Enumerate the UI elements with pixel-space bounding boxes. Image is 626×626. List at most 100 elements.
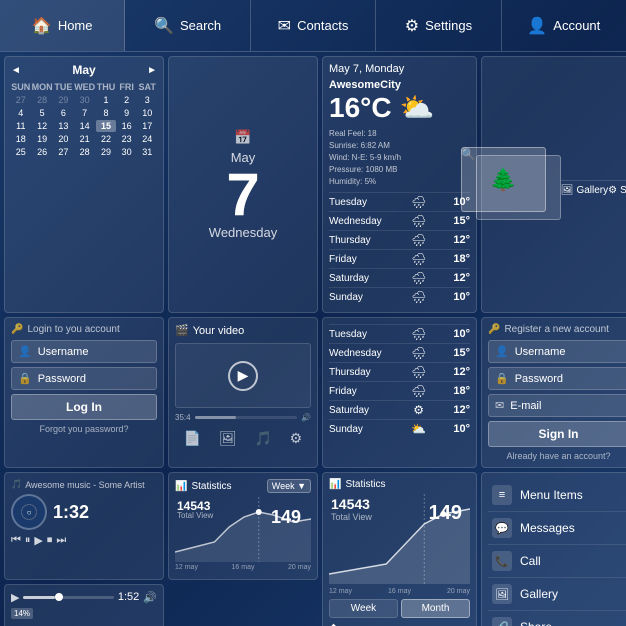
calendar-day[interactable]: 8 bbox=[96, 107, 116, 119]
video-image-icon[interactable]: 🖼 bbox=[219, 430, 237, 447]
reg-username-field[interactable]: 👤 Username bbox=[488, 340, 626, 363]
forecast-icon: 🌧 bbox=[411, 290, 426, 304]
music-stop[interactable]: ⏹ bbox=[47, 534, 53, 547]
calendar-day-header: MON bbox=[32, 81, 53, 93]
login-button[interactable]: Log In bbox=[11, 394, 157, 420]
chart-date: 20 may bbox=[288, 564, 311, 571]
username-field[interactable]: 👤 Username bbox=[11, 340, 157, 363]
gallery-label: Gallery bbox=[576, 185, 608, 196]
calendar-day[interactable]: 11 bbox=[11, 120, 31, 132]
menu-item-gallery[interactable]: 🖼 Gallery bbox=[488, 578, 626, 611]
play-icon: ▶ bbox=[238, 367, 249, 384]
calendar-day[interactable]: 27 bbox=[54, 146, 74, 158]
calendar-day[interactable]: 2 bbox=[117, 94, 137, 106]
menu-label-menu-items: Menu Items bbox=[520, 488, 583, 502]
calendar-month: May bbox=[72, 63, 95, 77]
reg-password-field[interactable]: 🔒 Password bbox=[488, 367, 626, 390]
week-selector[interactable]: Week ▼ bbox=[267, 479, 311, 493]
calendar-day-header: FRI bbox=[117, 81, 137, 93]
calendar-day[interactable]: 26 bbox=[32, 146, 53, 158]
tab-month[interactable]: Month bbox=[401, 599, 470, 618]
music-pause[interactable]: ⏸ bbox=[25, 534, 31, 547]
calendar-day[interactable]: 19 bbox=[32, 133, 53, 145]
weather-city: AwesomeCity bbox=[329, 79, 470, 91]
calendar-day[interactable]: 30 bbox=[117, 146, 137, 158]
weather-details: Real Feel: 18 Sunrise: 6:82 AM Wind: N-E… bbox=[329, 128, 470, 188]
gallery-link[interactable]: 🖼 Gallery bbox=[561, 185, 608, 196]
audio-volume-icon[interactable]: 🔊 bbox=[143, 591, 157, 604]
tab-week[interactable]: Week bbox=[329, 599, 398, 618]
nav-search[interactable]: 🔍 Search bbox=[125, 0, 250, 51]
calendar-day[interactable]: 29 bbox=[96, 146, 116, 158]
music-next[interactable]: ⏭ bbox=[56, 534, 66, 547]
settings-link[interactable]: ⚙ Settings bbox=[608, 185, 626, 196]
calendar-day[interactable]: 31 bbox=[137, 146, 157, 158]
calendar-day[interactable]: 7 bbox=[74, 107, 95, 119]
menu-icon-share: 🔗 bbox=[492, 617, 512, 626]
calendar-day[interactable]: 28 bbox=[32, 94, 53, 106]
nav-settings[interactable]: ⚙ Settings bbox=[376, 0, 501, 51]
stats2-icon: 📊 bbox=[329, 479, 341, 490]
calendar-day[interactable]: 29 bbox=[54, 94, 74, 106]
calendar-day[interactable]: 10 bbox=[137, 107, 157, 119]
calendar-day[interactable]: 22 bbox=[96, 133, 116, 145]
music-prev[interactable]: ⏮ bbox=[11, 534, 21, 547]
video-thumbnail[interactable]: ▶ bbox=[175, 343, 311, 408]
calendar-day[interactable]: 18 bbox=[11, 133, 31, 145]
music-title: 🎵 Awesome music - Some Artist bbox=[11, 479, 157, 490]
audio-fill bbox=[23, 596, 55, 599]
calendar-day[interactable]: 16 bbox=[117, 120, 137, 132]
upload-icon[interactable]: ⬆ bbox=[329, 622, 338, 626]
menu-item-messages[interactable]: 💬 Messages bbox=[488, 512, 626, 545]
video-doc-icon[interactable]: 📄 bbox=[184, 430, 201, 447]
music-play[interactable]: ▶ bbox=[34, 534, 42, 547]
video-note-icon[interactable]: 🎵 bbox=[254, 430, 271, 447]
calendar-prev[interactable]: ◄ bbox=[11, 65, 21, 76]
calendar-day[interactable]: 12 bbox=[32, 120, 53, 132]
forecast-row-2: Friday 🌧 18° bbox=[329, 381, 470, 400]
calendar-day[interactable]: 14 bbox=[74, 120, 95, 132]
menu-panel: ≡ Menu Items💬 Messages📞 Call🖼 Gallery🔗 S… bbox=[481, 472, 626, 626]
reg-email-field[interactable]: ✉ E-mail bbox=[488, 394, 626, 417]
forecast-icon: 🌧 bbox=[411, 271, 426, 285]
already-account-link[interactable]: Already have an account? bbox=[488, 451, 626, 461]
calendar-day[interactable]: 5 bbox=[32, 107, 53, 119]
menu-item-share[interactable]: 🔗 Share bbox=[488, 611, 626, 626]
calendar-day[interactable]: 25 bbox=[11, 146, 31, 158]
calendar-day[interactable]: 23 bbox=[117, 133, 137, 145]
nav-home[interactable]: 🏠 Home bbox=[0, 0, 125, 51]
calendar-day[interactable]: 30 bbox=[74, 94, 95, 106]
nav-account[interactable]: 👤 Account bbox=[502, 0, 626, 51]
calendar-day[interactable]: 28 bbox=[74, 146, 95, 158]
calendar-panel: ◄ May ► SUNMONTUEWEDTHUFRISAT27282930123… bbox=[4, 56, 164, 313]
nav-contacts[interactable]: ✉ Contacts bbox=[251, 0, 376, 51]
calendar-day[interactable]: 17 bbox=[137, 120, 157, 132]
video-progress-bar[interactable] bbox=[195, 416, 297, 419]
menu-item-call[interactable]: 📞 Call bbox=[488, 545, 626, 578]
calendar-day[interactable]: 24 bbox=[137, 133, 157, 145]
audio-track[interactable] bbox=[23, 596, 113, 599]
menu-icon-menu-items: ≡ bbox=[492, 485, 512, 505]
calendar-next[interactable]: ► bbox=[147, 65, 157, 76]
calendar-day[interactable]: 15 bbox=[96, 120, 116, 132]
top-navigation: 🏠 Home 🔍 Search ✉ Contacts ⚙ Settings 👤 … bbox=[0, 0, 626, 52]
calendar-day[interactable]: 1 bbox=[96, 94, 116, 106]
forecast-icon: 🌧 bbox=[411, 252, 426, 266]
audio-play-btn[interactable]: ▶ bbox=[11, 591, 19, 604]
calendar-day[interactable]: 9 bbox=[117, 107, 137, 119]
forecast-icon-2: 🌧 bbox=[411, 346, 426, 360]
calendar-day[interactable]: 20 bbox=[54, 133, 74, 145]
signin-button[interactable]: Sign In bbox=[488, 421, 626, 447]
menu-label-call: Call bbox=[520, 554, 541, 568]
calendar-day[interactable]: 4 bbox=[11, 107, 31, 119]
video-gear-icon[interactable]: ⚙ bbox=[290, 430, 303, 447]
calendar-day[interactable]: 13 bbox=[54, 120, 74, 132]
forgot-password-link[interactable]: Forgot you password? bbox=[11, 424, 157, 434]
calendar-day[interactable]: 6 bbox=[54, 107, 74, 119]
calendar-day[interactable]: 27 bbox=[11, 94, 31, 106]
calendar-day[interactable]: 3 bbox=[137, 94, 157, 106]
video-play-button[interactable]: ▶ bbox=[228, 361, 258, 391]
password-field[interactable]: 🔒 Password bbox=[11, 367, 157, 390]
calendar-day[interactable]: 21 bbox=[74, 133, 95, 145]
menu-item-menu-items[interactable]: ≡ Menu Items bbox=[488, 479, 626, 512]
